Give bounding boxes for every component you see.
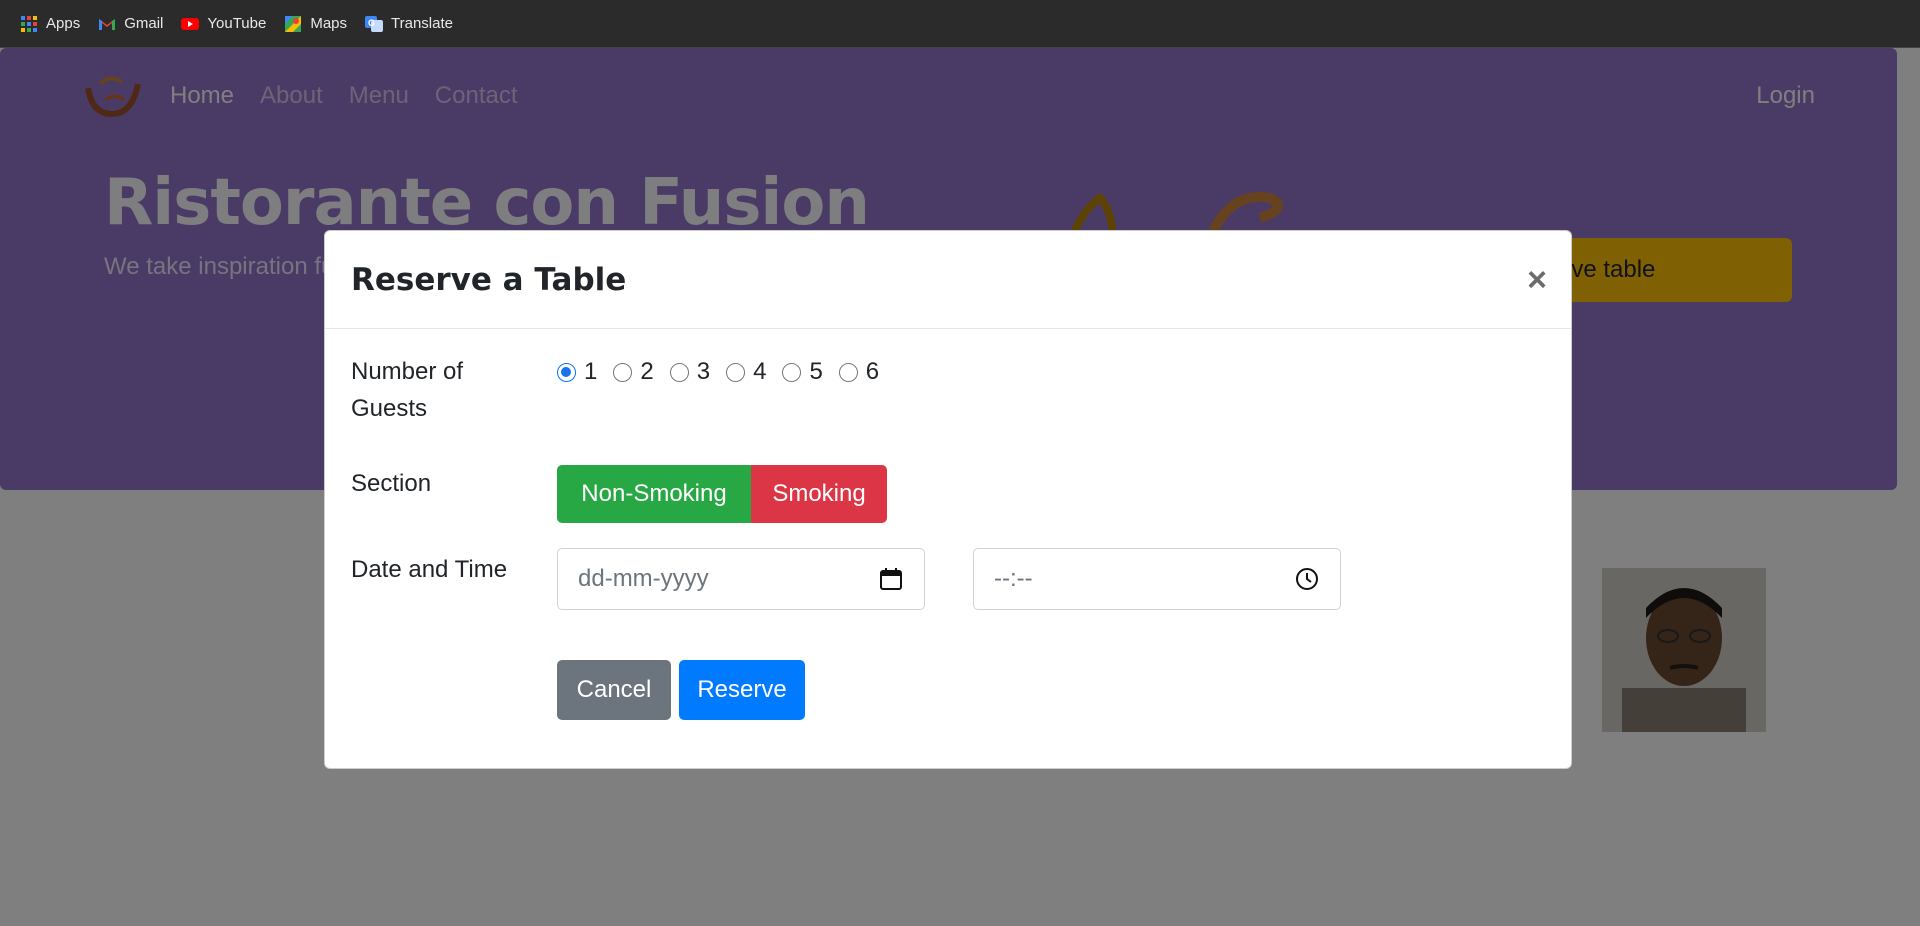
bookmark-translate[interactable]: G Translate <box>363 11 465 37</box>
youtube-icon <box>181 17 200 30</box>
bookmark-label: Translate <box>391 15 453 32</box>
radio-label: 6 <box>865 358 880 385</box>
reserve-button[interactable]: Reserve <box>679 660 805 720</box>
section-toggle-group: Non-Smoking Smoking <box>557 465 887 523</box>
bookmark-label: Apps <box>46 15 81 32</box>
guest-option-6[interactable]: 6 <box>838 358 880 386</box>
guest-option-1[interactable]: 1 <box>557 358 597 386</box>
close-icon[interactable]: × <box>1527 263 1547 297</box>
calendar-icon[interactable] <box>878 566 904 592</box>
guests-radio-group: 1 2 3 4 5 6 <box>557 358 879 386</box>
datetime-label: Date and Time <box>351 556 508 583</box>
bookmark-gmail[interactable]: Gmail <box>96 11 175 37</box>
cancel-button[interactable]: Cancel <box>557 660 671 720</box>
radio-button[interactable] <box>613 362 633 382</box>
section-label: Section <box>351 470 432 497</box>
guest-option-3[interactable]: 3 <box>669 358 711 386</box>
gmail-icon <box>99 18 116 30</box>
guest-option-4[interactable]: 4 <box>726 358 766 386</box>
time-input[interactable]: --:-- <box>973 548 1341 610</box>
apps-grid-icon <box>21 15 37 32</box>
guest-option-2[interactable]: 2 <box>613 358 654 386</box>
reserve-table-modal: Reserve a Table × Number of Guests 1 2 3… <box>324 230 1572 769</box>
radio-label: 4 <box>753 358 767 385</box>
translate-icon: G <box>365 15 384 32</box>
radio-label: 5 <box>809 358 823 385</box>
time-placeholder: --:-- <box>994 565 1033 592</box>
date-placeholder: dd-mm-yyyy <box>578 565 709 592</box>
radio-label: 2 <box>640 358 654 385</box>
guests-label: Number of Guests <box>351 358 464 422</box>
modal-header: Reserve a Table × <box>325 231 1571 329</box>
date-input[interactable]: dd-mm-yyyy <box>557 548 925 610</box>
bookmark-label: Maps <box>310 15 348 32</box>
smoking-button[interactable]: Smoking <box>751 465 887 523</box>
bookmark-label: YouTube <box>207 15 267 32</box>
modal-title: Reserve a Table <box>351 261 627 298</box>
radio-button[interactable] <box>557 362 576 382</box>
radio-label: 1 <box>584 358 598 385</box>
clock-icon[interactable] <box>1294 566 1320 592</box>
bookmark-label: Gmail <box>124 15 164 32</box>
bookmark-youtube[interactable]: YouTube <box>179 11 278 37</box>
svg-text:G: G <box>368 18 375 28</box>
bookmarks-bar: Apps Gmail YouTube Maps G Translate <box>0 0 1920 48</box>
guest-option-5[interactable]: 5 <box>782 358 823 386</box>
bookmark-maps[interactable]: Maps <box>282 11 359 37</box>
radio-button[interactable] <box>669 362 689 382</box>
bookmark-apps[interactable]: Apps <box>18 11 92 37</box>
radio-button[interactable] <box>838 362 858 382</box>
radio-button[interactable] <box>726 362 746 382</box>
non-smoking-button[interactable]: Non-Smoking <box>557 465 751 523</box>
radio-label: 3 <box>696 358 711 385</box>
maps-icon <box>285 15 302 32</box>
radio-button[interactable] <box>782 362 802 382</box>
